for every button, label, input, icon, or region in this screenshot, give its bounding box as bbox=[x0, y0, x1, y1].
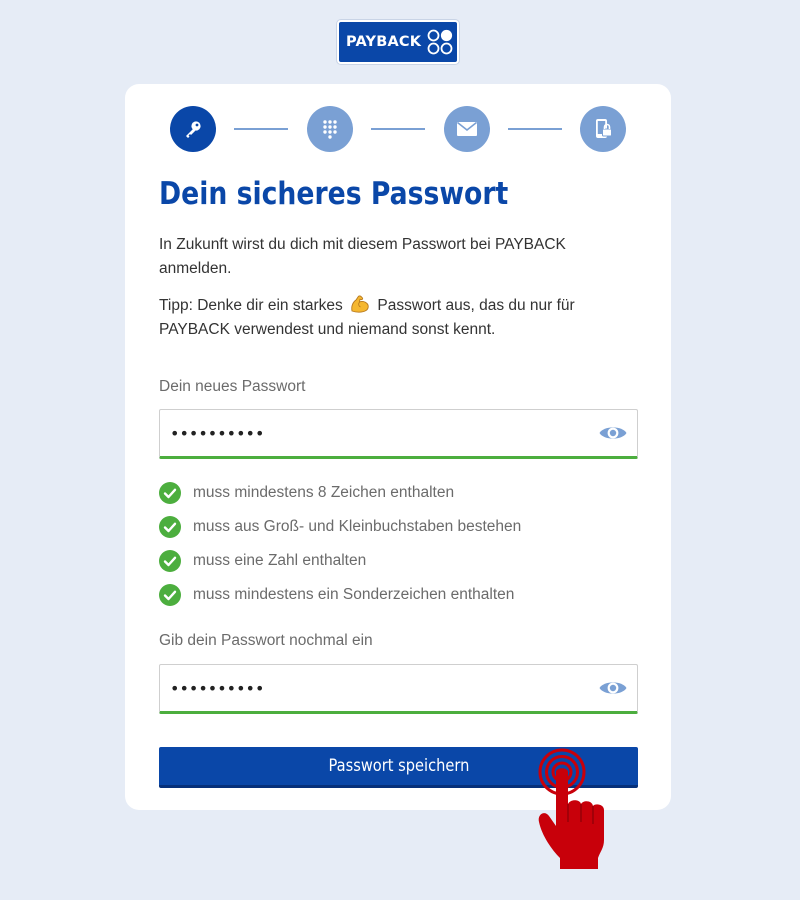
envelope-icon bbox=[457, 121, 477, 136]
page-title: Dein sicheres Passwort bbox=[159, 176, 509, 212]
save-password-label: Passwort speichern bbox=[328, 756, 469, 776]
password-rules: muss mindestens 8 Zeichen enthalten muss… bbox=[159, 476, 629, 612]
intro-text: In Zukunft wirst du dich mit diesem Pass… bbox=[159, 236, 566, 277]
logo-dots-icon bbox=[427, 29, 453, 55]
tip-text: Tipp: Denke dir ein starkes Passwort aus… bbox=[159, 294, 629, 342]
password-input[interactable] bbox=[170, 420, 580, 446]
rule-text: muss aus Groß- und Kleinbuchstaben beste… bbox=[193, 518, 522, 535]
rule-item: muss aus Groß- und Kleinbuchstaben beste… bbox=[159, 510, 629, 544]
logo-text: PAYBACK bbox=[346, 34, 422, 50]
tip-text-start: Tipp: Denke dir ein starkes bbox=[159, 297, 343, 314]
show-password-icon[interactable] bbox=[598, 421, 628, 445]
payback-logo[interactable]: PAYBACK bbox=[337, 20, 459, 64]
page: PAYBACK Dein sicheres Passwort In Zukunf… bbox=[0, 0, 800, 900]
step-connector bbox=[234, 128, 288, 130]
confirm-password-label: Gib dein Passwort nochmal ein bbox=[159, 632, 373, 649]
password-label: Dein neues Passwort bbox=[159, 378, 306, 395]
step-device bbox=[580, 106, 626, 152]
pointing-hand-icon bbox=[538, 748, 604, 869]
check-circle-icon bbox=[159, 482, 181, 504]
step-connector bbox=[508, 128, 562, 130]
confirm-password-field[interactable] bbox=[159, 664, 638, 714]
password-card: Dein sicheres Passwort In Zukunft wirst … bbox=[125, 84, 671, 810]
check-circle-icon bbox=[159, 584, 181, 606]
progress-stepper bbox=[170, 106, 626, 152]
rule-text: muss eine Zahl enthalten bbox=[193, 552, 367, 569]
step-connector bbox=[371, 128, 425, 130]
flexed-biceps-icon bbox=[351, 295, 369, 313]
confirm-password-input[interactable] bbox=[170, 675, 580, 701]
key-icon bbox=[186, 121, 201, 138]
check-circle-icon bbox=[159, 516, 181, 538]
rule-text: muss mindestens 8 Zeichen enthalten bbox=[193, 484, 455, 501]
password-field[interactable] bbox=[159, 409, 638, 459]
rule-item: muss mindestens ein Sonderzeichen enthal… bbox=[159, 578, 629, 612]
rule-item: muss eine Zahl enthalten bbox=[159, 544, 629, 578]
rule-text: muss mindestens ein Sonderzeichen enthal… bbox=[193, 586, 515, 603]
step-email bbox=[444, 106, 490, 152]
step-pin bbox=[307, 106, 353, 152]
phone-lock-icon bbox=[596, 119, 612, 138]
check-circle-icon bbox=[159, 550, 181, 572]
show-password-icon[interactable] bbox=[598, 676, 628, 700]
keypad-icon bbox=[323, 120, 337, 139]
step-password bbox=[170, 106, 216, 152]
rule-item: muss mindestens 8 Zeichen enthalten bbox=[159, 476, 629, 510]
